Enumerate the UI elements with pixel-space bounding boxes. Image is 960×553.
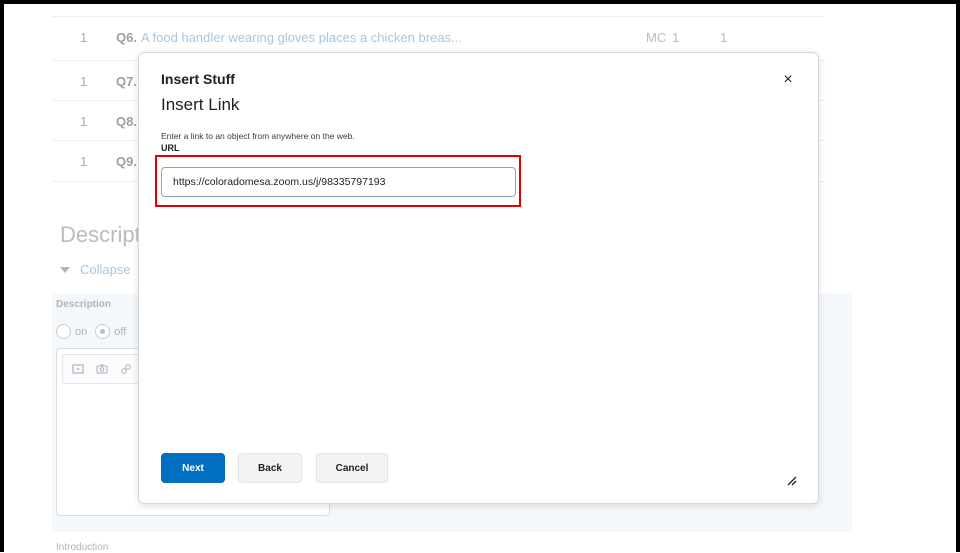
question-type: MC xyxy=(646,29,667,45)
dialog-subtitle: Insert Link xyxy=(161,95,240,114)
question-extra: 1 xyxy=(720,29,728,45)
description-label: Description xyxy=(56,299,112,310)
question-id: Q8. xyxy=(116,113,137,129)
back-button[interactable]: Back xyxy=(238,453,302,483)
radio-off-label: off xyxy=(114,325,127,338)
link-icon[interactable] xyxy=(119,362,133,376)
cancel-button[interactable]: Cancel xyxy=(316,453,388,483)
question-points: 1 xyxy=(672,29,680,45)
collapse-toggle[interactable]: Collapse xyxy=(60,262,131,277)
next-button[interactable]: Next xyxy=(161,453,225,483)
question-id: Q6. xyxy=(116,29,137,45)
frame-right xyxy=(956,0,960,552)
video-icon[interactable] xyxy=(71,362,85,376)
question-id: Q9. xyxy=(116,153,137,169)
question-weight: 1 xyxy=(80,153,88,169)
link-help-text: Enter a link to an object from anywhere … xyxy=(161,131,355,141)
radio-on-label: on xyxy=(75,325,88,338)
introduction-label: Introduction xyxy=(56,542,109,553)
question-id: Q7. xyxy=(116,73,137,89)
resize-handle-icon[interactable] xyxy=(785,473,797,486)
close-icon[interactable]: × xyxy=(779,71,797,89)
url-input[interactable] xyxy=(161,167,516,197)
question-weight: 1 xyxy=(80,113,88,129)
image-icon[interactable] xyxy=(95,362,109,376)
insert-stuff-dialog: Insert Stuff × Insert Link Enter a link … xyxy=(138,52,819,504)
description-heading: Descripti xyxy=(60,222,146,247)
radio-on[interactable] xyxy=(56,324,71,339)
dialog-title: Insert Stuff xyxy=(161,71,235,87)
radio-off[interactable] xyxy=(95,324,111,339)
description-radio-group: on off xyxy=(56,324,126,339)
table-row[interactable]: 1 Q6. A food handler wearing gloves plac… xyxy=(52,16,824,57)
collapse-label: Collapse xyxy=(80,262,131,277)
editor-toolbar xyxy=(62,354,150,384)
caret-down-icon xyxy=(60,266,70,273)
url-label: URL xyxy=(161,143,180,153)
question-weight: 1 xyxy=(80,29,88,45)
question-link[interactable]: A food handler wearing gloves places a c… xyxy=(137,30,462,45)
question-weight: 1 xyxy=(80,73,88,89)
